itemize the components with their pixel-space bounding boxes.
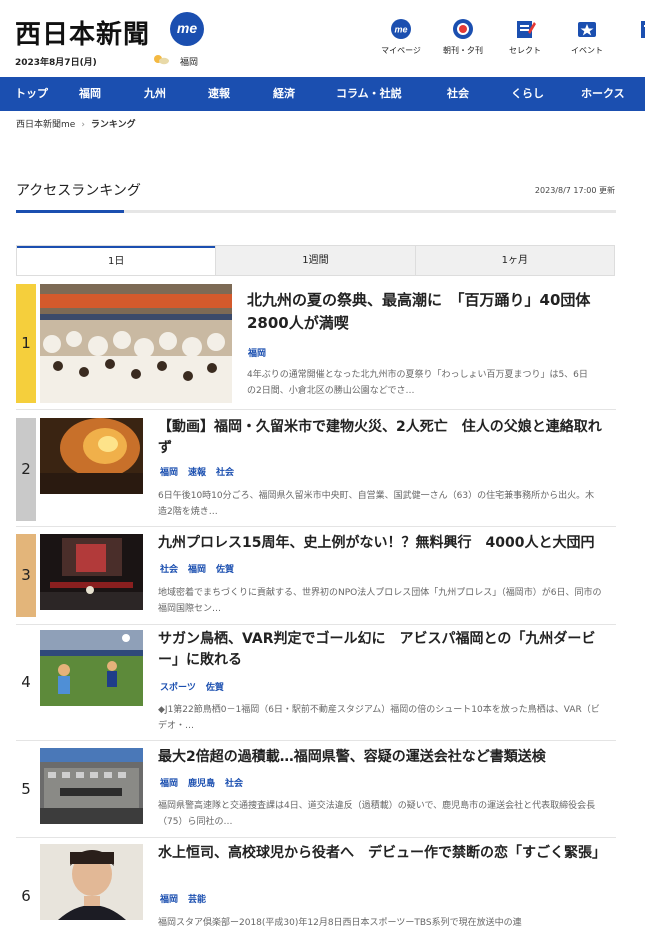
tag[interactable]: 佐賀 [206,683,224,693]
article-thumbnail[interactable] [40,748,143,824]
article-summary: 地域密着でまちづくりに貢献する、世界初のNPO法人プロレス団体「九州プロレス」（… [158,588,602,614]
me-page-icon: me [391,19,411,39]
article-summary: 福岡スタア倶楽部ー2018(平成30)年12月8日西日本スポーツーTBS系列で現… [158,918,522,928]
tag[interactable]: 福岡 [160,468,178,478]
tab-1week[interactable]: 1週間 [215,246,415,275]
svg-text:me: me [394,25,407,35]
weather-sunny-icon [154,55,169,65]
catnav-top[interactable]: トップ [15,77,48,111]
article-tags: スポーツ 佐賀 [160,680,234,693]
article-thumbnail[interactable] [40,534,143,610]
tag[interactable]: 鹿児島 [188,779,215,789]
article-summary: 福岡県警高速隊と交通捜査課は4日、道交法違反（過積載）の疑いで、鹿児島市の運送会… [158,801,596,827]
updated-timestamp: 2023/8/7 17:00 更新 [534,186,615,195]
select-icon [517,21,536,38]
tag[interactable]: 速報 [188,468,206,478]
tag[interactable]: 社会 [225,779,243,789]
article-title[interactable]: 北九州の夏の祭典、最高潮に 「百万踊り」40団体2800人が満喫 [247,289,607,335]
article-thumbnail[interactable] [40,418,143,494]
page-title: アクセスランキング [16,183,141,199]
paper-icon [641,21,645,38]
rank-number: 6 [21,887,31,905]
tag[interactable]: スポーツ [160,683,196,693]
period-tabs: 1日 1週間 1ヶ月 [16,245,615,276]
catnav-fukuoka[interactable]: 福岡 [79,77,101,111]
catnav-column[interactable]: コラム・社説 [336,77,402,111]
catnav-kyushu[interactable]: 九州 [144,77,166,111]
event-icon [578,22,596,37]
tag[interactable]: 福岡 [160,779,178,789]
site-logo[interactable]: 西日本新聞 [15,14,150,51]
article-title[interactable]: 九州プロレス15周年、史上例がない！？無料興行 4000人と大団円 [158,533,603,554]
article-tags: 福岡 芸能 [160,892,216,905]
article-tags: 福岡 [248,346,276,359]
breadcrumb: 西日本新聞me › ランキング [16,117,136,130]
catnav-breaking[interactable]: 速報 [208,77,230,111]
article-summary: 4年ぶりの通常開催となった北九州市の夏祭り「わっしょい百万夏まつり」は5、6日の… [247,370,588,396]
tab-1day[interactable]: 1日 [17,246,216,275]
catnav-society[interactable]: 社会 [447,77,469,111]
catnav-life[interactable]: くらし [511,77,544,111]
article-thumbnail[interactable] [40,844,143,920]
rank-number: 3 [16,534,36,617]
article-tags: 社会 福岡 佐賀 [160,562,244,575]
tag[interactable]: 社会 [160,565,178,575]
nav-paper[interactable]: 紙 [617,18,645,56]
article-title[interactable]: サガン鳥栖、VAR判定でゴール幻に アビスパ福岡との「九州ダービー」に敗れる [158,629,603,671]
nav-event[interactable]: イベント [555,18,619,56]
nav-select[interactable]: セレクト [493,18,557,56]
nav-mypage[interactable]: me マイページ [369,18,433,56]
breadcrumb-home[interactable]: 西日本新聞me [16,120,75,130]
category-nav: トップ 福岡 九州 速報 経済 コラム・社説 社会 くらし ホークス [0,77,645,111]
catnav-economy[interactable]: 経済 [273,77,295,111]
article-title[interactable]: 最大2倍超の過積載…福岡県警、容疑の運送会社など書類送検 [158,747,603,768]
ranking-item-2[interactable]: 2 【動画】福岡・久留米市で建物火災、2人死亡 住人の父娘と連絡取れず 福岡 速報… [16,410,616,527]
article-summary: ◆J1第22節鳥栖0－1福岡（6日・駅前不動産スタジアム）福岡の倍のシュート10… [158,705,600,731]
current-date: 2023年8月7日(月) [15,58,97,68]
site-header: 西日本新聞 me 2023年8月7日(月) 福岡 me マイページ 朝刊・夕刊 … [0,0,645,76]
ranking-item-6[interactable]: 6 水上恒司、高校球児から役者へ デビュー作で禁断の恋「すごく緊張」 福岡 芸能 … [16,838,616,933]
catnav-hawks[interactable]: ホークス [581,77,625,111]
chevron-right-icon: › [81,120,85,130]
article-thumbnail[interactable] [40,630,143,706]
tag[interactable]: 社会 [216,468,234,478]
nav-morning-evening[interactable]: 朝刊・夕刊 [431,18,495,56]
article-summary: 6日午後10時10分ごろ、福岡県久留米市中央町、自営業、国武健一さん（63）の住… [158,491,595,517]
tag[interactable]: 福岡 [188,565,206,575]
ranking-item-1[interactable]: 1 北九州の夏の祭典、最高潮に 「百万踊り」40団体2800人が満喫 福岡 4年… [16,284,616,410]
tag[interactable]: 福岡 [248,349,266,359]
article-thumbnail[interactable] [40,284,232,403]
ranking-item-3[interactable]: 3 九州プロレス15周年、史上例がない！？無料興行 4000人と大団円 社会 福岡… [16,527,616,625]
article-tags: 福岡 速報 社会 [160,465,244,478]
tab-1month[interactable]: 1ヶ月 [414,246,614,275]
ranking-item-5[interactable]: 5 最大2倍超の過積載…福岡県警、容疑の運送会社など書類送検 福岡 鹿児島 社会 福… [16,741,616,838]
rank-number: 1 [16,284,36,403]
tag[interactable]: 佐賀 [216,565,234,575]
article-tags: 福岡 鹿児島 社会 [160,776,253,789]
tag[interactable]: 福岡 [160,895,178,905]
article-title[interactable]: 【動画】福岡・久留米市で建物火災、2人死亡 住人の父娘と連絡取れず [158,417,603,459]
rank-number: 5 [21,780,31,798]
article-title[interactable]: 水上恒司、高校球児から役者へ デビュー作で禁断の恋「すごく緊張」 [158,843,606,864]
ranking-item-4[interactable]: 4 サガン鳥栖、VAR判定でゴール幻に アビスパ福岡との「九州ダービー」に敗れる… [16,625,616,741]
weather-location: 福岡 [180,58,199,68]
breadcrumb-current: ランキング [90,120,136,130]
rank-number: 2 [16,418,36,521]
newspaper-icon [453,19,473,39]
rank-number: 4 [21,673,31,691]
tag[interactable]: 芸能 [188,895,206,905]
me-logo-badge[interactable]: me [170,12,204,46]
title-divider-accent [16,210,124,213]
